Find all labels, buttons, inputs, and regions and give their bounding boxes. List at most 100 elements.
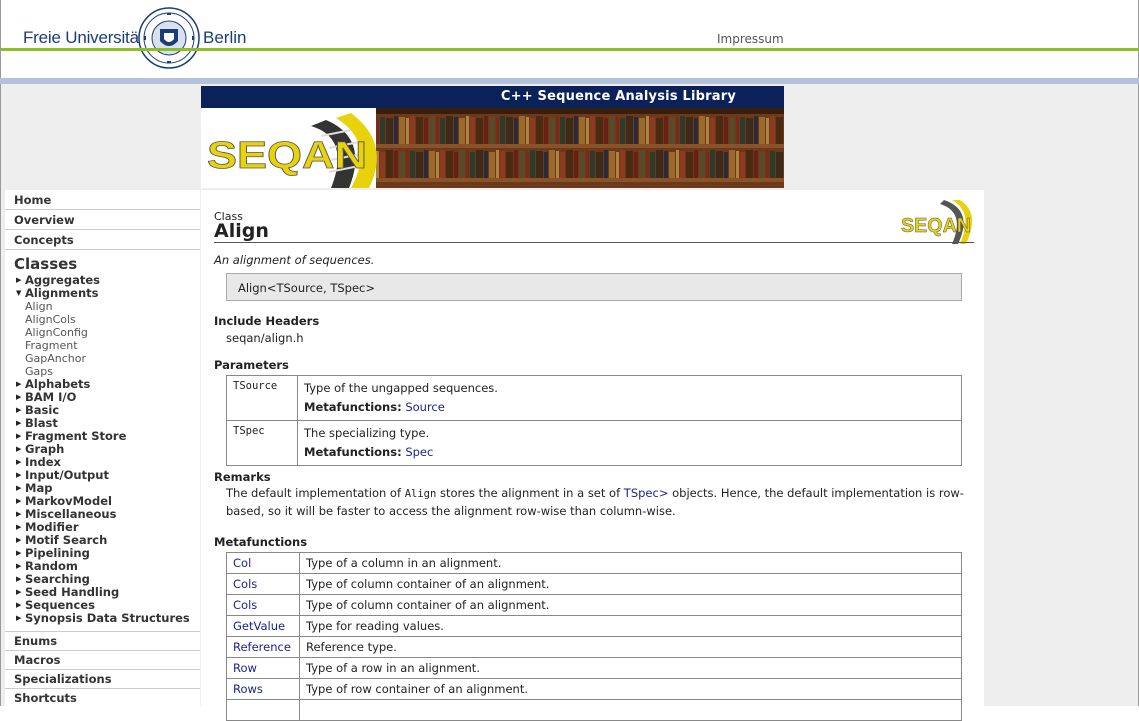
- triangle-right-icon[interactable]: ▶: [16, 508, 21, 521]
- metafunction-description: Type of column container of an alignment…: [299, 573, 962, 595]
- university-seal-icon[interactable]: [138, 7, 200, 69]
- title-divider: [214, 242, 974, 243]
- metafunction-description: [299, 699, 962, 721]
- metafunction-link[interactable]: Source: [405, 400, 445, 414]
- metafunction-row: Row Type of a row in an alignment.: [226, 657, 962, 679]
- triangle-right-icon[interactable]: ▶: [16, 430, 21, 443]
- metafunction-description: Reference type.: [299, 636, 962, 658]
- metafunction-link[interactable]: Reference: [233, 640, 291, 654]
- metafunction-link[interactable]: Row: [233, 661, 257, 675]
- impressum-link[interactable]: Impressum: [717, 32, 784, 46]
- triangle-right-icon[interactable]: ▶: [16, 599, 21, 612]
- remarks-text: The default implementation of Align stor…: [226, 485, 966, 520]
- triangle-right-icon[interactable]: ▶: [16, 612, 21, 625]
- remarks-code: Align: [404, 488, 437, 500]
- metafunction-name-cell: [226, 699, 300, 721]
- sidebar-group-label: Random: [25, 559, 78, 573]
- sidebar-group-label: Fragment Store: [25, 429, 127, 443]
- university-name-left[interactable]: Freie Universität: [23, 28, 144, 48]
- metafunction-link[interactable]: Rows: [233, 682, 263, 696]
- parameter-description: Type of the ungapped sequences.: [304, 381, 498, 395]
- sidebar-nav: Home Overview Concepts Classes ▶ Aggregates…: [5, 190, 200, 706]
- metafunction-name-cell: Cols: [226, 594, 300, 616]
- triangle-right-icon[interactable]: ▶: [16, 495, 21, 508]
- triangle-right-icon[interactable]: ▶: [16, 521, 21, 534]
- metafunction-row: Reference Reference type.: [226, 636, 962, 658]
- page-title: Align: [214, 220, 269, 242]
- metafunction-link[interactable]: GetValue: [233, 619, 285, 633]
- parameter-name: TSpec: [226, 420, 298, 466]
- sidebar-subitem[interactable]: Fragment: [5, 339, 200, 352]
- sidebar-item-3[interactable]: Shortcuts: [5, 688, 200, 707]
- triangle-right-icon[interactable]: ▶: [16, 274, 21, 287]
- triangle-right-icon[interactable]: ▶: [16, 417, 21, 430]
- sidebar-subitem[interactable]: AlignConfig: [5, 326, 200, 339]
- triangle-right-icon[interactable]: ▶: [16, 404, 21, 417]
- triangle-right-icon[interactable]: ▶: [16, 547, 21, 560]
- parameter-description-cell: The specializing type. Metafunctions: Spe…: [297, 420, 962, 466]
- site-header: Freie Universität Berlin Impressum: [0, 0, 1139, 78]
- small-logo-text: SEQAN: [901, 215, 971, 237]
- class-summary: An alignment of sequences.: [214, 253, 375, 267]
- sidebar-group[interactable]: ▶ Synopsis Data Structures: [5, 612, 200, 625]
- sidebar-item-2[interactable]: Specializations: [5, 669, 200, 688]
- banner-title: C++ Sequence Analysis Library: [201, 86, 784, 108]
- remarks-heading: Remarks: [214, 470, 271, 484]
- sidebar-bottom-list: Enums Macros Specializations Shortcuts: [5, 631, 200, 707]
- metafunction-name-cell: Row: [226, 657, 300, 679]
- university-name-right[interactable]: Berlin: [203, 28, 246, 48]
- parameter-description-cell: Type of the ungapped sequences. Metafunct…: [297, 375, 962, 421]
- triangle-right-icon[interactable]: ▶: [16, 534, 21, 547]
- sidebar-item-0[interactable]: Enums: [5, 631, 200, 650]
- metafunction-link[interactable]: Cols: [233, 577, 257, 591]
- sidebar-class-groups: ▶ Aggregates ▼ Alignments Align AlignCols Alig…: [5, 274, 200, 625]
- triangle-right-icon[interactable]: ▶: [16, 391, 21, 404]
- triangle-right-icon[interactable]: ▶: [16, 586, 21, 599]
- sidebar-subitem[interactable]: AlignCols: [5, 313, 200, 326]
- parameter-metafunctions: Metafunctions: Source: [304, 398, 955, 417]
- sidebar-group-label: Sequences: [25, 598, 95, 612]
- sidebar-top-list: Home Overview Concepts: [5, 190, 200, 250]
- triangle-right-icon[interactable]: ▶: [16, 443, 21, 456]
- sidebar-item-1[interactable]: Macros: [5, 650, 200, 669]
- metafunction-name-cell: Reference: [226, 636, 300, 658]
- metafunction-name-cell: Rows: [226, 678, 300, 700]
- triangle-right-icon[interactable]: ▶: [16, 456, 21, 469]
- seqan-logo-icon: SEQAN: [901, 200, 973, 244]
- sidebar-item-0[interactable]: Home: [5, 190, 200, 210]
- parameters-table: TSource Type of the ungapped sequences. Me…: [226, 375, 962, 466]
- sidebar-item-2[interactable]: Concepts: [5, 230, 200, 250]
- metafunction-name-cell: Cols: [226, 573, 300, 595]
- triangle-right-icon[interactable]: ▶: [16, 378, 21, 391]
- metafunction-link[interactable]: Cols: [233, 598, 257, 612]
- triangle-right-icon[interactable]: ▶: [16, 560, 21, 573]
- metafunction-description: Type of row container of an alignment.: [299, 678, 962, 700]
- triangle-right-icon[interactable]: ▶: [16, 573, 21, 586]
- sidebar-group-label: Alignments: [25, 286, 99, 300]
- metafunction-description: Type of a row in an alignment.: [299, 657, 962, 679]
- sidebar-group-label: Motif Search: [25, 533, 108, 547]
- include-header-value: seqan/align.h: [226, 331, 304, 345]
- metafunction-link[interactable]: Col: [233, 556, 251, 570]
- metafunction-row: Cols Type of column container of an align…: [226, 573, 962, 595]
- sidebar-group-label: Synopsis Data Structures: [25, 611, 190, 625]
- triangle-right-icon[interactable]: ▶: [16, 469, 21, 482]
- sidebar-group-label: Index: [25, 455, 61, 469]
- metafunction-name-cell: GetValue: [226, 615, 300, 637]
- triangle-down-icon[interactable]: ▼: [16, 287, 21, 300]
- parameter-row: TSource Type of the ungapped sequences. Me…: [226, 375, 962, 421]
- metafunction-link[interactable]: Spec: [405, 445, 433, 459]
- sidebar-classes-heading[interactable]: Classes: [5, 250, 200, 274]
- sidebar-group-label: Basic: [25, 403, 60, 417]
- sidebar-subitem[interactable]: Align: [5, 300, 200, 313]
- sidebar-item-1[interactable]: Overview: [5, 210, 200, 230]
- sidebar-group-label: Pipelining: [25, 546, 90, 560]
- metafunction-description: Type of column container of an alignment…: [299, 594, 962, 616]
- sidebar-group-label: Seed Handling: [25, 585, 120, 599]
- sidebar-group[interactable]: ▼ Alignments: [5, 287, 200, 300]
- remarks-tspec-link[interactable]: TSpec>: [624, 486, 669, 500]
- sidebar-subitem[interactable]: GapAnchor: [5, 352, 200, 365]
- triangle-right-icon[interactable]: ▶: [16, 482, 21, 495]
- metafunctions-label: Metafunctions:: [304, 400, 402, 414]
- seqan-banner: C++ Sequence Analysis Library SEQAN: [201, 86, 784, 188]
